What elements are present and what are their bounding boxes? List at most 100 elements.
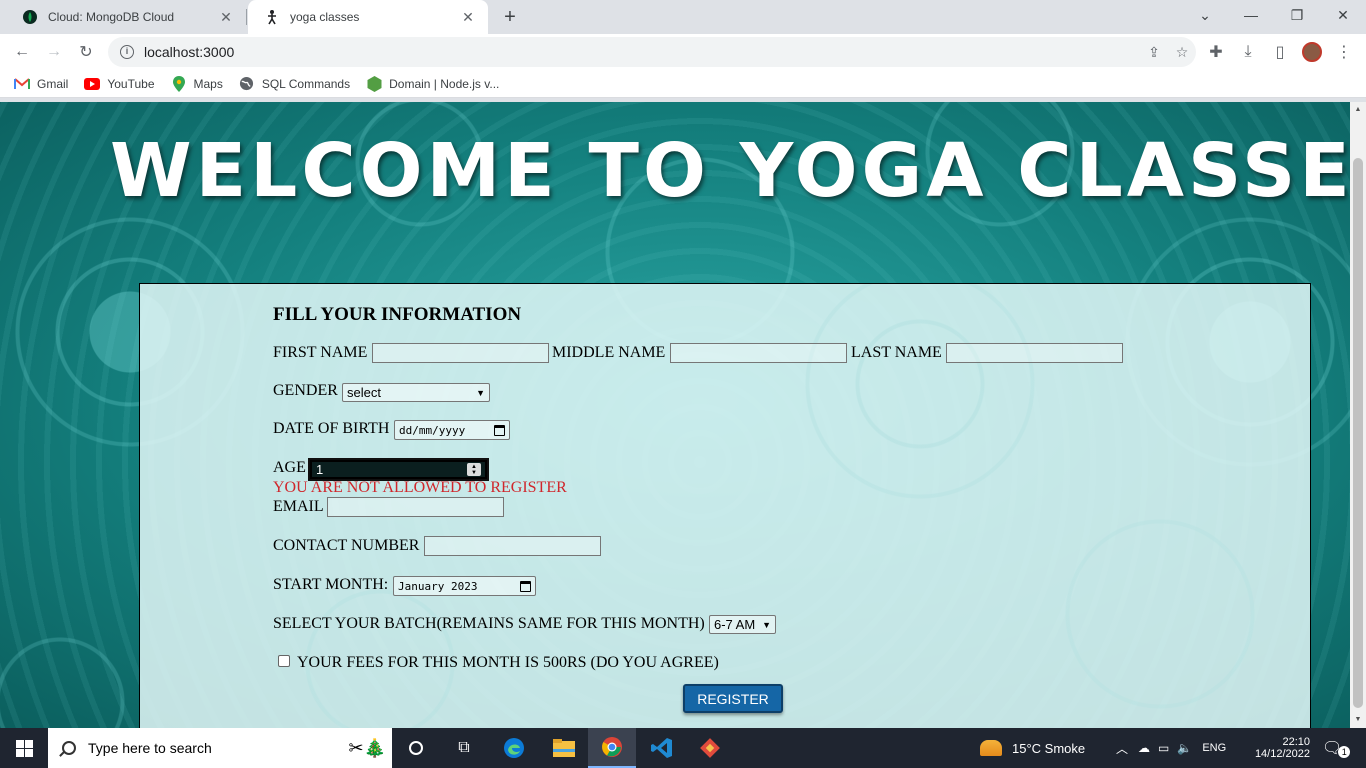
windows-taskbar: Type here to search ✂🎄 ⧉ 15°C Smoke ︿ ☁ … (0, 728, 1366, 768)
close-icon[interactable]: ✕ (460, 9, 476, 25)
new-tab-button[interactable]: + (498, 5, 522, 29)
calendar-icon[interactable] (494, 424, 505, 436)
git-tool-icon[interactable] (686, 728, 734, 768)
battery-icon[interactable]: ▭ (1158, 741, 1169, 755)
search-placeholder: Type here to search (88, 740, 212, 756)
download-icon[interactable]: ⤓ (1234, 38, 1262, 66)
dob-value: dd/mm/yyyy (399, 423, 466, 437)
vscode-icon[interactable] (638, 728, 686, 768)
weather-widget[interactable]: 15°C Smoke (980, 728, 1085, 768)
bookmark-label: YouTube (107, 76, 155, 91)
chevron-up-icon[interactable]: ︿ (1116, 740, 1128, 757)
bookmarks-bar: Gmail YouTube Maps SQL Commands Domain |… (0, 70, 1366, 98)
youtube-icon (84, 76, 101, 92)
email-input[interactable] (327, 497, 504, 517)
side-panel-icon[interactable]: ▯ (1266, 38, 1294, 66)
reload-icon[interactable]: ↻ (72, 38, 100, 66)
gender-select[interactable]: select ▼ (342, 383, 490, 402)
contact-number-input[interactable] (424, 536, 601, 556)
restore-icon[interactable]: ❐ (1274, 0, 1320, 30)
close-icon[interactable]: ✕ (218, 9, 234, 25)
browser-toolbar: ← → ↻ i localhost:3000 ⇪ ☆ ✚ ⤓ ▯ ⋮ (0, 34, 1366, 70)
bookmark-nodejs-domain[interactable]: Domain | Node.js v... (366, 75, 500, 92)
nodejs-icon (366, 75, 382, 92)
file-explorer-icon[interactable] (540, 728, 588, 768)
start-month-value: January 2023 (398, 579, 478, 593)
tab-mongodb[interactable]: Cloud: MongoDB Cloud ✕ (6, 0, 246, 34)
first-name-input[interactable] (372, 343, 549, 363)
onedrive-cloud-icon[interactable]: ☁ (1138, 741, 1150, 755)
minimize-icon[interactable]: — (1228, 0, 1274, 30)
scroll-up-icon[interactable]: ▲ (1350, 102, 1366, 118)
last-name-input[interactable] (946, 343, 1123, 363)
dob-input[interactable]: dd/mm/yyyy (394, 420, 510, 440)
extensions-icon[interactable]: ✚ (1202, 38, 1230, 66)
scroll-down-icon[interactable]: ▼ (1350, 712, 1366, 728)
widgets-icon[interactable]: ⧉ (440, 728, 488, 768)
tab-yoga-classes[interactable]: yoga classes ✕ (248, 0, 488, 34)
windows-logo-icon (15, 739, 33, 757)
calendar-icon[interactable] (520, 580, 531, 592)
menu-kebab-icon[interactable]: ⋮ (1330, 38, 1358, 66)
search-icon (62, 741, 76, 755)
language-indicator[interactable]: ENG (1202, 742, 1226, 754)
taskbar-search-box[interactable]: Type here to search ✂🎄 (48, 728, 392, 768)
weather-sun-icon (980, 740, 1002, 756)
start-button[interactable] (0, 728, 48, 768)
start-month-input[interactable]: January 2023 (393, 576, 536, 596)
tab-separator (246, 9, 247, 25)
bookmark-gmail[interactable]: Gmail (14, 76, 68, 92)
speaker-icon[interactable]: 🔈 (1177, 741, 1192, 755)
age-value: 1 (316, 462, 324, 477)
bookmark-maps[interactable]: Maps (171, 75, 223, 92)
tab-title: Cloud: MongoDB Cloud (48, 10, 175, 24)
middle-name-input[interactable] (670, 343, 847, 363)
page-heading: WELCOME TO YOGA CLASSES (110, 128, 1350, 214)
maps-icon (171, 75, 187, 92)
address-bar[interactable]: i localhost:3000 ⇪ ☆ (108, 37, 1196, 67)
edge-browser-icon[interactable] (490, 728, 538, 768)
share-icon[interactable]: ⇪ (1140, 44, 1168, 61)
profile-avatar[interactable] (1298, 38, 1326, 66)
last-name-label: LAST NAME (851, 344, 942, 361)
notifications-button[interactable]: 🗨 1 (1322, 728, 1351, 768)
age-input[interactable]: 1 ▲ ▼ (308, 458, 489, 481)
url-text: localhost:3000 (144, 44, 235, 60)
bookmark-label: Gmail (37, 76, 69, 91)
batch-label: SELECT YOUR BATCH(REMAINS SAME FOR THIS … (273, 615, 705, 632)
bookmark-youtube[interactable]: YouTube (84, 76, 155, 92)
form-title: FILL YOUR INFORMATION (273, 304, 522, 325)
chevron-down-icon: ▼ (762, 619, 771, 630)
yoga-pose-icon (264, 9, 280, 25)
register-button[interactable]: REGISTER (683, 684, 783, 713)
bookmark-sql-commands[interactable]: SQL Commands (239, 76, 350, 92)
dob-label: DATE OF BIRTH (273, 420, 390, 437)
search-highlight-icon: ✂🎄 (348, 737, 387, 758)
notification-count: 1 (1338, 746, 1351, 758)
middle-name-label: MIDDLE NAME (552, 344, 666, 361)
clock[interactable]: 22:10 14/12/2022 (1255, 728, 1310, 768)
bookmark-label: SQL Commands (261, 76, 351, 91)
system-tray: ︿ ☁ ▭ 🔈 ENG (1116, 728, 1226, 768)
bookmark-label: Domain | Node.js v... (389, 76, 500, 91)
page-viewport: WELCOME TO YOGA CLASSES FILL YOUR INFORM… (0, 102, 1350, 728)
scrollbar-thumb[interactable] (1353, 158, 1363, 708)
clock-date: 14/12/2022 (1254, 748, 1310, 760)
tab-search-chevron-icon[interactable]: ⌄ (1182, 0, 1228, 30)
forward-icon[interactable]: → (40, 38, 68, 66)
page-scrollbar[interactable]: ▲ ▼ (1350, 102, 1366, 728)
number-spinner-icon[interactable]: ▲ ▼ (467, 463, 481, 476)
fees-agree-checkbox[interactable] (278, 655, 290, 667)
site-info-icon[interactable]: i (120, 45, 134, 59)
batch-select[interactable]: 6-7 AM ▼ (709, 615, 776, 634)
fees-agree-label: YOUR FEES FOR THIS MONTH IS 500RS (DO YO… (297, 654, 719, 671)
back-icon[interactable]: ← (8, 38, 36, 66)
bookmark-label: Maps (193, 76, 223, 91)
bookmark-star-icon[interactable]: ☆ (1168, 44, 1196, 61)
chrome-icon[interactable] (588, 728, 636, 768)
task-view-icon[interactable] (392, 728, 440, 768)
window-close-icon[interactable]: ✕ (1320, 0, 1366, 30)
globe-icon (239, 76, 255, 92)
batch-selected-value: 6-7 AM (714, 617, 756, 632)
gender-selected-value: select (347, 385, 381, 400)
